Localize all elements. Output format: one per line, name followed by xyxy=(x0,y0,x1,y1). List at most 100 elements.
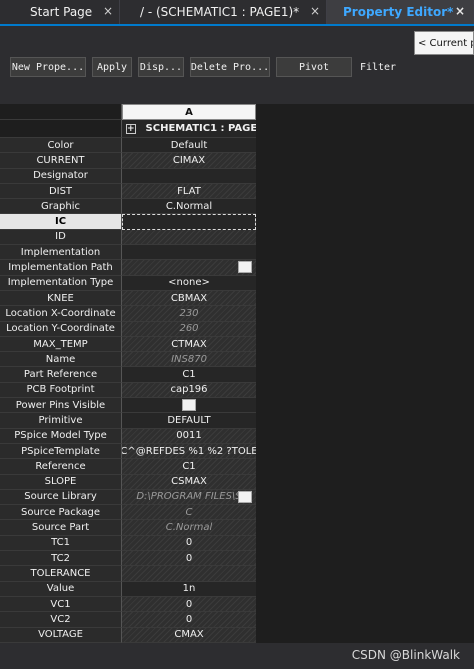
property-value[interactable]: 1n xyxy=(122,581,256,597)
property-name[interactable]: Primitive xyxy=(0,413,122,429)
tab-start-page[interactable]: Start Page × xyxy=(0,0,120,24)
property-name[interactable]: Designator xyxy=(0,168,122,184)
property-value[interactable]: C xyxy=(122,505,256,521)
property-row[interactable]: Implementation Path xyxy=(0,260,474,276)
property-value[interactable] xyxy=(122,566,256,582)
property-row[interactable]: ID xyxy=(0,229,474,246)
property-row[interactable]: Primitive DEFAULT xyxy=(0,413,474,429)
property-row[interactable]: MAX_TEMP CTMAX xyxy=(0,336,474,353)
property-row[interactable]: CURRENT CIMAX xyxy=(0,153,474,169)
property-row[interactable]: Source Library D:\PROGRAM FILES\S xyxy=(0,489,474,506)
property-row[interactable]: KNEE CBMAX xyxy=(0,290,474,307)
tab-property-editor[interactable]: Property Editor* × xyxy=(327,0,474,24)
property-row[interactable]: TC1 0 xyxy=(0,535,474,552)
property-value[interactable]: cap196 xyxy=(122,382,256,399)
column-header-a[interactable]: A xyxy=(122,104,256,120)
delete-property-button[interactable]: Delete Pro... xyxy=(190,57,270,77)
property-row[interactable]: Source Part C.Normal xyxy=(0,520,474,536)
property-row[interactable]: Graphic C.Normal xyxy=(0,199,474,215)
close-icon[interactable]: × xyxy=(310,4,320,18)
property-name[interactable]: Part Reference xyxy=(0,367,122,383)
property-row[interactable]: TOLERANCE xyxy=(0,566,474,582)
property-value[interactable]: Default xyxy=(122,138,256,154)
property-value[interactable]: C.Normal xyxy=(122,520,256,536)
property-name[interactable]: TC2 xyxy=(0,551,122,567)
property-row[interactable]: Implementation xyxy=(0,245,474,261)
property-row[interactable]: PSpiceTemplate C^@REFDES %1 %2 ?TOLE xyxy=(0,443,474,460)
property-row[interactable]: Color Default xyxy=(0,138,474,154)
property-row[interactable]: Source Package C xyxy=(0,505,474,521)
pivot-button[interactable]: Pivot xyxy=(276,57,352,77)
close-icon[interactable]: × xyxy=(455,4,465,18)
property-value[interactable]: 0 xyxy=(122,612,256,628)
property-value[interactable] xyxy=(122,260,256,276)
property-name[interactable]: SLOPE xyxy=(0,474,122,490)
property-row[interactable]: Implementation Type <none> xyxy=(0,275,474,291)
expand-icon[interactable]: + xyxy=(126,123,136,134)
property-row[interactable]: PCB Footprint cap196 xyxy=(0,382,474,399)
property-name[interactable]: PSpice Model Type xyxy=(0,428,122,444)
property-name[interactable]: PCB Footprint xyxy=(0,382,122,399)
property-row[interactable]: Value 1n xyxy=(0,581,474,597)
property-value[interactable]: CTMAX xyxy=(122,336,256,353)
apply-button[interactable]: Apply xyxy=(92,57,132,77)
value-checkbox[interactable] xyxy=(238,490,252,503)
property-value[interactable] xyxy=(122,214,256,230)
property-name[interactable]: DIST xyxy=(0,183,122,200)
property-name[interactable]: Power Pins Visible xyxy=(0,398,122,414)
property-row[interactable]: Location Y-Coordinate 260 xyxy=(0,321,474,337)
property-name[interactable]: Implementation Type xyxy=(0,275,122,291)
property-row[interactable]: VC2 0 xyxy=(0,612,474,628)
property-name[interactable]: VC2 xyxy=(0,612,122,628)
property-value[interactable]: 0 xyxy=(122,535,256,552)
property-value[interactable]: CSMAX xyxy=(122,474,256,490)
property-row[interactable]: VC1 0 xyxy=(0,596,474,613)
property-name[interactable]: Location X-Coordinate xyxy=(0,306,122,322)
property-value[interactable]: 0 xyxy=(122,596,256,613)
property-row[interactable]: Name INS870 xyxy=(0,352,474,368)
property-name[interactable]: Graphic xyxy=(0,199,122,215)
property-name[interactable]: Name xyxy=(0,352,122,368)
property-value[interactable]: FLAT xyxy=(122,183,256,200)
property-row[interactable]: DIST FLAT xyxy=(0,183,474,200)
new-property-button[interactable]: New Prope... xyxy=(10,57,86,77)
property-value[interactable]: 260 xyxy=(122,321,256,337)
property-name[interactable]: Color xyxy=(0,138,122,154)
property-row[interactable]: Power Pins Visible xyxy=(0,398,474,414)
property-name[interactable]: ID xyxy=(0,229,122,246)
property-value[interactable]: 230 xyxy=(122,306,256,322)
property-value[interactable]: DEFAULT xyxy=(122,413,256,429)
property-name[interactable]: Value xyxy=(0,581,122,597)
property-name[interactable]: TOLERANCE xyxy=(0,566,122,582)
property-name[interactable]: KNEE xyxy=(0,290,122,307)
property-row[interactable]: TC2 0 xyxy=(0,551,474,567)
property-row[interactable]: Part Reference C1 xyxy=(0,367,474,383)
property-value[interactable]: C1 xyxy=(122,459,256,475)
property-name[interactable]: Source Part xyxy=(0,520,122,536)
property-name[interactable]: Source Package xyxy=(0,505,122,521)
tab-schematic-page[interactable]: / - (SCHEMATIC1 : PAGE1)* × xyxy=(120,0,327,24)
value-checkbox[interactable] xyxy=(182,399,196,412)
property-name[interactable]: VC1 xyxy=(0,596,122,613)
property-row[interactable]: Reference C1 xyxy=(0,459,474,475)
property-name[interactable]: VOLTAGE xyxy=(0,627,122,643)
property-row[interactable]: Location X-Coordinate 230 xyxy=(0,306,474,322)
property-value[interactable]: CBMAX xyxy=(122,290,256,307)
property-name[interactable]: Location Y-Coordinate xyxy=(0,321,122,337)
property-value[interactable] xyxy=(122,245,256,261)
property-row[interactable]: VOLTAGE CMAX xyxy=(0,627,474,643)
property-value[interactable]: 0011 xyxy=(122,428,256,444)
property-value[interactable]: C^@REFDES %1 %2 ?TOLE xyxy=(122,443,256,460)
property-value[interactable]: C1 xyxy=(122,367,256,383)
property-row[interactable]: IC xyxy=(0,214,474,230)
value-checkbox[interactable] xyxy=(238,261,252,274)
property-value[interactable] xyxy=(122,229,256,246)
schematic-header-cell[interactable]: + SCHEMATIC1 : PAGE1 xyxy=(122,120,256,138)
property-name[interactable]: Source Library xyxy=(0,489,122,506)
property-value[interactable]: CMAX xyxy=(122,627,256,643)
property-value[interactable]: D:\PROGRAM FILES\S xyxy=(122,489,256,506)
property-name[interactable]: TC1 xyxy=(0,535,122,552)
property-row[interactable]: PSpice Model Type 0011 xyxy=(0,428,474,444)
close-icon[interactable]: × xyxy=(103,4,113,18)
property-name[interactable]: MAX_TEMP xyxy=(0,336,122,353)
